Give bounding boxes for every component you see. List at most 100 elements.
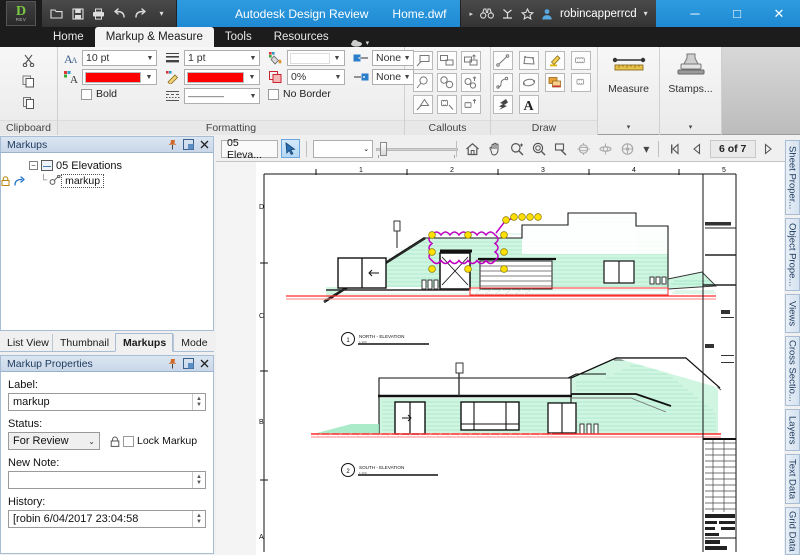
user-menu-caret-icon[interactable]: ▾ xyxy=(644,9,648,18)
copy-button[interactable] xyxy=(19,72,39,91)
lock-icon[interactable] xyxy=(1,176,14,186)
no-border-checkbox[interactable]: No Border xyxy=(268,88,331,100)
steering-wheel-icon[interactable] xyxy=(618,139,637,158)
tab-list-view[interactable]: List View xyxy=(0,334,52,351)
line-color-combo[interactable]: ▼ xyxy=(184,69,260,85)
callout-rect-leader-icon[interactable] xyxy=(437,51,457,70)
line-style-combo[interactable]: ———— ▼ xyxy=(184,88,260,104)
turntable-icon[interactable] xyxy=(596,139,615,158)
line-icon[interactable] xyxy=(493,51,513,70)
tab-resources[interactable]: Resources xyxy=(263,27,340,47)
select-pointer-tool[interactable] xyxy=(281,139,300,158)
close-panel-icon[interactable] xyxy=(197,138,211,152)
dock-icon[interactable] xyxy=(181,138,195,152)
tree-row-sheet[interactable]: − 05 Elevations xyxy=(1,158,213,173)
label-field[interactable]: markup ▲▼ xyxy=(8,393,206,411)
app-menu-button[interactable]: D REV xyxy=(0,0,42,27)
polygon-icon[interactable] xyxy=(519,51,539,70)
fill-color-combo[interactable]: ▼ xyxy=(287,50,345,66)
eraser-icon[interactable] xyxy=(493,95,513,114)
tab-tools[interactable]: Tools xyxy=(214,27,263,47)
transparency-combo[interactable]: 0% ▼ xyxy=(287,69,345,85)
callout-ellipse-icon[interactable] xyxy=(413,73,433,92)
paste-button[interactable] xyxy=(19,93,39,112)
font-size-combo[interactable]: 10 pt ▼ xyxy=(82,50,157,66)
tab-views[interactable]: Views xyxy=(785,294,800,333)
freehand-cloud-icon[interactable] xyxy=(571,73,591,92)
tab-text-data[interactable]: Text Data xyxy=(785,454,800,504)
drawing-canvas[interactable]: 1 2 3 4 5 D C B A xyxy=(216,162,784,555)
undo-icon[interactable] xyxy=(111,5,128,22)
zoom-icon[interactable] xyxy=(507,139,526,158)
history-field[interactable]: [robin 6/04/2017 23:04:58 ▲▼ xyxy=(8,510,206,528)
tab-object-properties[interactable]: Object Prope... xyxy=(785,218,800,291)
tree-row-markup[interactable]: └ markup xyxy=(1,173,213,188)
close-button[interactable]: ✕ xyxy=(758,0,800,27)
close-panel-icon[interactable] xyxy=(197,357,211,371)
print-icon[interactable] xyxy=(90,5,107,22)
user-icon[interactable] xyxy=(541,8,553,20)
zoom-slider-knob[interactable] xyxy=(380,142,387,156)
stamps-button[interactable]: Stamps... xyxy=(665,47,716,113)
expander-icon[interactable]: − xyxy=(29,161,38,170)
tab-cross-sections[interactable]: Cross Sectio... xyxy=(785,336,800,406)
user-name[interactable]: robincapperrcd xyxy=(560,8,637,20)
pan-hand-icon[interactable] xyxy=(485,139,504,158)
qat-overflow-icon[interactable]: ▾ xyxy=(153,5,170,22)
tab-sheet-properties[interactable]: Sheet Proper... xyxy=(785,140,800,215)
highlighter-icon[interactable] xyxy=(545,51,565,70)
new-note-spinner[interactable]: ▲▼ xyxy=(192,472,205,488)
next-page-button[interactable] xyxy=(759,139,778,158)
tab-layers[interactable]: Layers xyxy=(785,409,800,451)
signal-icon[interactable] xyxy=(501,8,514,20)
ellipse-icon[interactable] xyxy=(519,73,539,92)
bold-checkbox[interactable]: Bold xyxy=(81,88,117,100)
callout-ellipse-arrow-icon[interactable] xyxy=(461,73,481,92)
stamps-dropdown-caret[interactable]: ▾ xyxy=(660,120,721,135)
line-width-combo[interactable]: 1 pt ▼ xyxy=(184,50,260,66)
pin-icon[interactable] xyxy=(165,357,179,371)
pin-icon[interactable] xyxy=(165,138,179,152)
markup-node-label[interactable]: markup xyxy=(61,174,104,188)
page-indicator[interactable]: 6 of 7 xyxy=(710,140,756,158)
zoom-slider[interactable] xyxy=(376,140,450,158)
tab-grid-data[interactable]: Grid Data xyxy=(785,507,800,555)
callout-triangle-icon[interactable] xyxy=(413,95,433,114)
tab-thumbnail[interactable]: Thumbnail xyxy=(52,334,115,351)
font-color-combo[interactable]: ▼ xyxy=(82,69,157,85)
cloud-icon[interactable] xyxy=(571,51,591,70)
tab-markup-measure[interactable]: Markup & Measure xyxy=(95,27,214,47)
tab-markups[interactable]: Markups xyxy=(115,333,173,352)
home-view-icon[interactable] xyxy=(463,139,482,158)
dock-icon[interactable] xyxy=(181,357,195,371)
orbit-icon[interactable] xyxy=(574,139,593,158)
status-select[interactable]: For Review ⌄ xyxy=(8,432,100,450)
sheet-tab[interactable]: 05 Eleva... xyxy=(221,140,278,158)
binoculars-icon[interactable] xyxy=(480,8,494,19)
callout-rect-icon[interactable] xyxy=(413,51,433,70)
qat-right-caret-icon[interactable]: ▸ xyxy=(469,10,473,18)
zoom-rectangle-icon[interactable] xyxy=(552,139,571,158)
zoom-window-icon[interactable] xyxy=(530,139,549,158)
view-dropdown-caret[interactable]: ▾ xyxy=(640,139,652,158)
tab-model[interactable]: Mode xyxy=(173,334,214,351)
first-page-button[interactable] xyxy=(665,139,684,158)
minimize-button[interactable]: ─ xyxy=(674,0,716,27)
tab-extra-cloud-icon[interactable]: ▾ xyxy=(340,39,380,47)
previous-page-button[interactable] xyxy=(687,139,706,158)
maximize-button[interactable]: □ xyxy=(716,0,758,27)
save-icon[interactable] xyxy=(69,5,86,22)
measure-dropdown-caret[interactable]: ▾ xyxy=(598,120,659,135)
text-icon[interactable]: A xyxy=(519,95,539,114)
new-note-field[interactable]: ▲▼ xyxy=(8,471,206,489)
zoom-level-select[interactable]: ⌄ xyxy=(313,140,373,158)
shape-fill-icon[interactable] xyxy=(545,73,565,92)
open-icon[interactable] xyxy=(48,5,65,22)
lock-markup-checkbox[interactable]: Lock Markup xyxy=(110,435,197,447)
callout-cloud-icon[interactable] xyxy=(437,95,457,114)
polyline-icon[interactable] xyxy=(493,73,513,92)
redo-icon[interactable] xyxy=(132,5,149,22)
callout-cloud-arrow-icon[interactable] xyxy=(461,95,481,114)
cut-button[interactable] xyxy=(19,51,39,70)
redo-arrow-icon[interactable] xyxy=(14,176,28,186)
